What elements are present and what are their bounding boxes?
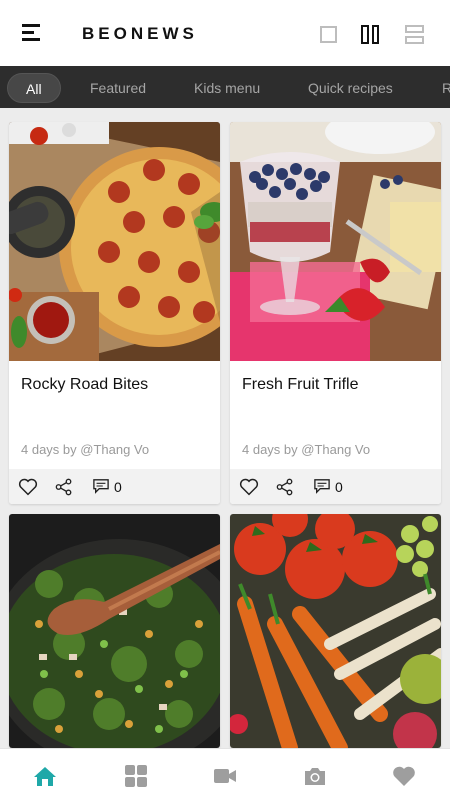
comment-count: 0 [114,479,122,495]
hamburger-menu-icon[interactable] [22,24,40,42]
recipe-card[interactable]: Rocky Road Bites 4 days by @Thang Vo 0 [9,122,220,504]
heart-icon[interactable] [18,478,38,496]
app-header: BEONEWS [0,0,450,66]
tab-more[interactable]: R [442,73,450,103]
camera-icon[interactable] [303,765,327,787]
recipe-meta: 4 days by @Thang Vo [242,442,371,457]
card-actions: 0 [230,469,441,504]
recipe-image-skillet[interactable] [9,514,220,748]
recipe-card[interactable] [230,514,441,748]
comment-icon[interactable] [313,478,331,494]
single-view-icon[interactable] [320,26,337,43]
recipe-title[interactable]: Fresh Fruit Trifle [242,376,358,394]
grid-view-icon[interactable] [361,25,379,44]
recipe-title[interactable]: Rocky Road Bites [21,376,148,394]
tab-quick-recipes[interactable]: Quick recipes [308,73,393,103]
comment-icon[interactable] [92,478,110,494]
recipe-card[interactable]: Fresh Fruit Trifle 4 days by @Thang Vo 0 [230,122,441,504]
recipe-meta: 4 days by @Thang Vo [21,442,150,457]
recipe-card[interactable] [9,514,220,748]
category-tabs: All Featured Kids menu Quick recipes R [0,66,450,108]
share-icon[interactable] [55,478,73,496]
video-icon[interactable] [213,765,237,787]
card-actions: 0 [9,469,220,504]
tab-featured[interactable]: Featured [90,73,146,103]
grid-icon[interactable] [124,765,148,787]
heart-icon[interactable] [239,478,259,496]
recipe-image-pizza[interactable] [9,122,220,361]
tab-all[interactable]: All [7,73,61,103]
home-icon[interactable] [33,765,57,787]
bottom-navigation [0,748,450,800]
recipe-image-vegetables[interactable] [230,514,441,748]
comment-count: 0 [335,479,343,495]
app-logo: BEONEWS [82,24,198,43]
heart-icon[interactable] [392,765,416,787]
recipe-image-trifle[interactable] [230,122,441,361]
list-view-icon[interactable] [405,25,424,44]
tab-kids-menu[interactable]: Kids menu [194,73,260,103]
share-icon[interactable] [276,478,294,496]
